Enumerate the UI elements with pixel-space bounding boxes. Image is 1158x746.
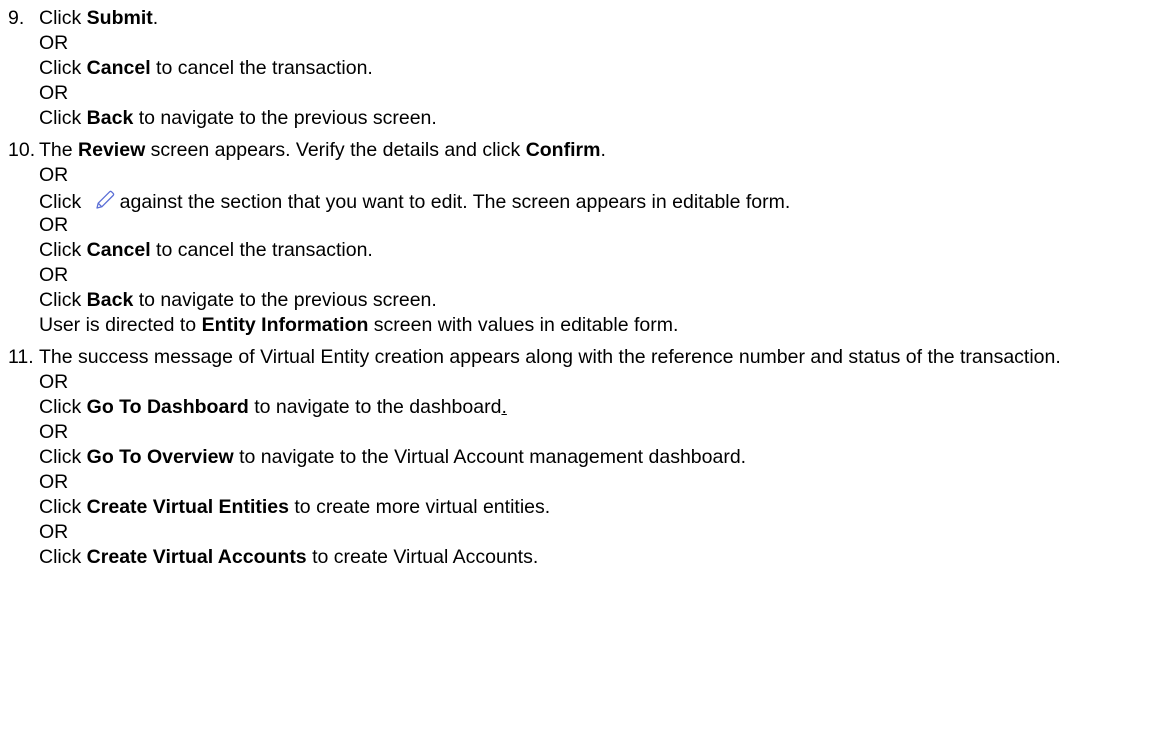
instruction-line: Click Create Virtual Accounts to create … xyxy=(39,545,1158,570)
instruction-text: Click xyxy=(39,289,87,311)
instruction-text: OR xyxy=(39,521,69,543)
instruction-text: Click xyxy=(39,239,87,261)
pencil-edit-icon xyxy=(96,190,114,209)
instruction-line: Click Go To Dashboard to navigate to the… xyxy=(39,395,1158,420)
or-separator: OR xyxy=(39,213,1158,238)
ui-term-cancel: Cancel xyxy=(86,57,151,79)
ui-term-create-virtual-entities: Create Virtual Entities xyxy=(86,496,289,518)
instruction-text: OR xyxy=(39,32,69,54)
instruction-text: OR xyxy=(39,421,69,443)
instruction-text: OR xyxy=(39,264,69,286)
or-separator: OR xyxy=(39,470,1158,495)
instruction-line: Click Cancel to cancel the transaction. xyxy=(39,56,1158,81)
instruction-text: Click xyxy=(39,107,87,129)
instruction-line: Click Go To Overview to navigate to the … xyxy=(39,445,1158,470)
step-10: 10. The Review screen appears. Verify the… xyxy=(0,138,1158,338)
ui-term-go-to-dashboard: Go To Dashboard xyxy=(86,396,249,418)
instruction-text: . xyxy=(152,7,159,29)
instruction-text: against the section that you want to edi… xyxy=(119,191,791,213)
instruction-text: to navigate to the previous screen. xyxy=(133,107,437,129)
instruction-line: Click Submit. xyxy=(39,6,1158,31)
instruction-text: . xyxy=(600,139,606,161)
instruction-line: Click against the section that you want … xyxy=(39,188,1158,213)
step-9: 9. Click Submit. OR Click Cancel to cancel … xyxy=(0,6,1158,131)
instruction-text: to navigate to the previous screen. xyxy=(133,289,437,311)
instruction-text: to create more virtual entities. xyxy=(288,496,551,518)
or-separator: OR xyxy=(39,31,1158,56)
instruction-text: Click xyxy=(39,446,87,468)
or-separator: OR xyxy=(39,81,1158,106)
ui-term-back: Back xyxy=(86,289,134,311)
step-number: 11. xyxy=(8,346,34,368)
instruction-text: The xyxy=(39,139,79,161)
instruction-text: Click xyxy=(39,496,87,518)
instruction-text: screen appears. Verify the details and c… xyxy=(145,139,526,161)
instruction-text: OR xyxy=(39,371,69,393)
step-11: 11. The success message of Virtual Entity… xyxy=(0,345,1158,570)
instruction-text: Click xyxy=(39,191,87,213)
instruction-line: Click Cancel to cancel the transaction. xyxy=(39,238,1158,263)
ui-term-create-virtual-accounts: Create Virtual Accounts xyxy=(86,546,307,568)
or-separator: OR xyxy=(39,520,1158,545)
instruction-text: to navigate to the Virtual Account manag… xyxy=(233,446,747,468)
ui-term-entity-information: Entity Information xyxy=(201,314,369,336)
instruction-text: Click xyxy=(39,57,87,79)
instruction-text: to cancel the transaction. xyxy=(150,239,373,261)
ui-term-go-to-overview: Go To Overview xyxy=(86,446,234,468)
instruction-text: to create Virtual Accounts. xyxy=(306,546,539,568)
ui-term-review: Review xyxy=(78,139,146,161)
instruction-text: OR xyxy=(39,471,69,493)
instruction-line: User is directed to Entity Information s… xyxy=(39,313,1158,338)
or-separator: OR xyxy=(39,420,1158,445)
instruction-text: The success message of Virtual Entity cr… xyxy=(39,346,1061,368)
or-separator: OR xyxy=(39,370,1158,395)
instruction-text: Click xyxy=(39,7,87,29)
ui-term-cancel: Cancel xyxy=(86,239,151,261)
ui-term-confirm: Confirm xyxy=(525,139,601,161)
instruction-text: to cancel the transaction. xyxy=(150,57,373,79)
instruction-line: The Review screen appears. Verify the de… xyxy=(39,138,1158,163)
step-number: 9. xyxy=(8,7,25,29)
instruction-text: screen with values in editable form. xyxy=(368,314,679,336)
instruction-line: Click Back to navigate to the previous s… xyxy=(39,288,1158,313)
instruction-text: User is directed to xyxy=(39,314,202,336)
step-number: 10. xyxy=(8,139,36,161)
instruction-text: OR xyxy=(39,214,69,236)
or-separator: OR xyxy=(39,163,1158,188)
ui-term-back: Back xyxy=(86,107,134,129)
instruction-document: 9. Click Submit. OR Click Cancel to cancel … xyxy=(0,0,1158,570)
ui-term-submit: Submit xyxy=(86,7,153,29)
instruction-text: . xyxy=(501,396,507,418)
instruction-text: OR xyxy=(39,82,69,104)
or-separator: OR xyxy=(39,263,1158,288)
instruction-text: Click xyxy=(39,396,87,418)
instruction-text: Click xyxy=(39,546,87,568)
instruction-text: OR xyxy=(39,164,69,186)
instruction-line: The success message of Virtual Entity cr… xyxy=(39,345,1139,370)
instruction-line: Click Create Virtual Entities to create … xyxy=(39,495,1158,520)
instruction-line: Click Back to navigate to the previous s… xyxy=(39,106,1158,131)
instruction-text: to navigate to the dashboard xyxy=(248,396,502,418)
